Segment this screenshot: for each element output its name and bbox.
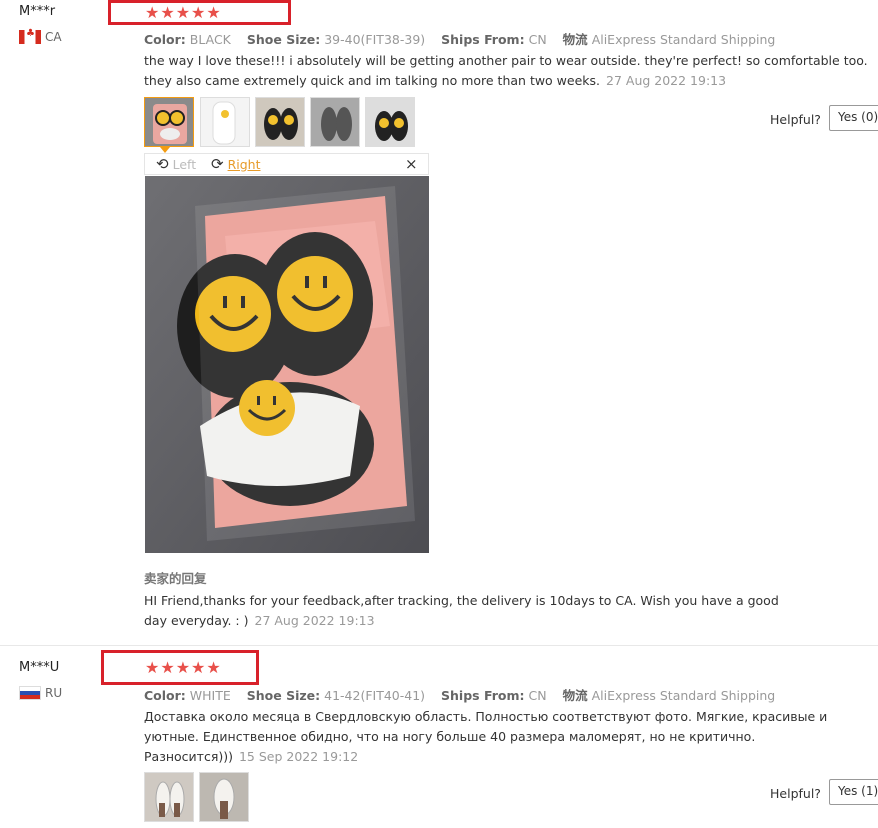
review-date: 15 Sep 2022 19:12 — [238, 749, 359, 764]
review-attributes: Color: WHITE Shoe Size: 41-42(FIT40-41) Sh… — [144, 685, 787, 704]
logistics-value: AliExpress Standard Shipping — [591, 32, 776, 47]
review-text: the way I love these!!! i absolutely wil… — [144, 51, 870, 91]
rotate-right-icon: ⟳ — [211, 155, 224, 173]
reviewer-name: M***r — [19, 4, 56, 19]
reviewer-country: RU — [19, 686, 62, 700]
slipper-photo-icon — [311, 98, 359, 146]
seller-reply-date: 27 Aug 2022 19:13 — [254, 613, 375, 628]
logistics-label: 物流 — [562, 32, 588, 47]
review-divider — [0, 645, 878, 646]
review-photo-thumbnail[interactable] — [365, 97, 415, 147]
helpful-label: Helpful? — [770, 112, 821, 127]
rotate-right-label: Right — [227, 156, 261, 172]
slipper-photo-icon — [366, 98, 414, 146]
color-value: WHITE — [189, 688, 231, 703]
seller-reply-title: 卖家的回复 — [144, 571, 207, 586]
helpful-yes-button[interactable]: Yes (1) — [829, 779, 878, 805]
ships-from-value: CN — [528, 688, 547, 703]
slipper-photo-icon — [200, 773, 248, 821]
reviewer-name: M***U — [19, 660, 60, 675]
helpful-yes-button[interactable]: Yes (0) — [829, 105, 878, 131]
russia-flag-icon — [19, 686, 41, 700]
slippers-package-image — [145, 176, 429, 553]
review-attributes: Color: BLACK Shoe Size: 39-40(FIT38-39) Sh… — [144, 29, 787, 48]
shoe-size-label: Shoe Size: — [246, 688, 321, 703]
slipper-photo-icon — [201, 98, 249, 146]
color-value: BLACK — [189, 32, 231, 47]
shoe-size-value: 39-40(FIT38-39) — [324, 32, 426, 47]
review-date: 27 Aug 2022 19:13 — [606, 73, 727, 88]
star-rating: ★★★★★ — [145, 3, 222, 22]
logistics-value: AliExpress Standard Shipping — [591, 688, 776, 703]
country-code: CA — [45, 30, 62, 44]
review-photo-thumbnail[interactable] — [199, 772, 249, 822]
slipper-photo-icon — [256, 98, 304, 146]
star-rating: ★★★★★ — [145, 658, 222, 677]
rotate-left-label: Left — [172, 156, 197, 172]
rotate-right-control[interactable]: ⟳ Right — [211, 155, 261, 173]
review-text: Доставка около месяца в Свердловскую обл… — [144, 707, 856, 767]
ships-from-label: Ships From: — [441, 32, 525, 47]
review-photo-thumbnail[interactable] — [200, 97, 250, 147]
slipper-photo-icon — [145, 773, 193, 821]
logistics-label: 物流 — [562, 688, 588, 703]
country-code: RU — [45, 686, 63, 700]
canada-flag-icon — [19, 28, 41, 44]
review-photo-large — [145, 176, 429, 553]
review-body: the way I love these!!! i absolutely wil… — [144, 53, 868, 88]
shoe-size-label: Shoe Size: — [246, 32, 321, 47]
ships-from-value: CN — [528, 32, 547, 47]
close-viewer-icon[interactable]: × — [405, 155, 418, 173]
seller-reply-body: HI Friend,thanks for your feedback,after… — [144, 593, 779, 628]
color-label: Color: — [144, 32, 186, 47]
seller-reply-text: HI Friend,thanks for your feedback,after… — [144, 591, 794, 631]
slipper-photo-icon — [145, 98, 193, 146]
color-label: Color: — [144, 688, 186, 703]
shoe-size-value: 41-42(FIT40-41) — [324, 688, 426, 703]
ships-from-label: Ships From: — [441, 688, 525, 703]
review-photo-thumbnail[interactable] — [310, 97, 360, 147]
review-photo-thumbnail[interactable] — [255, 97, 305, 147]
review-photo-thumbnail[interactable] — [144, 772, 194, 822]
rotate-left-icon: ⟲ — [156, 155, 169, 173]
helpful-label: Helpful? — [770, 786, 821, 801]
reviewer-country: CA — [19, 28, 62, 44]
rotate-left-control[interactable]: ⟲ Left — [156, 155, 196, 173]
review-photo-thumbnail[interactable] — [144, 97, 194, 147]
